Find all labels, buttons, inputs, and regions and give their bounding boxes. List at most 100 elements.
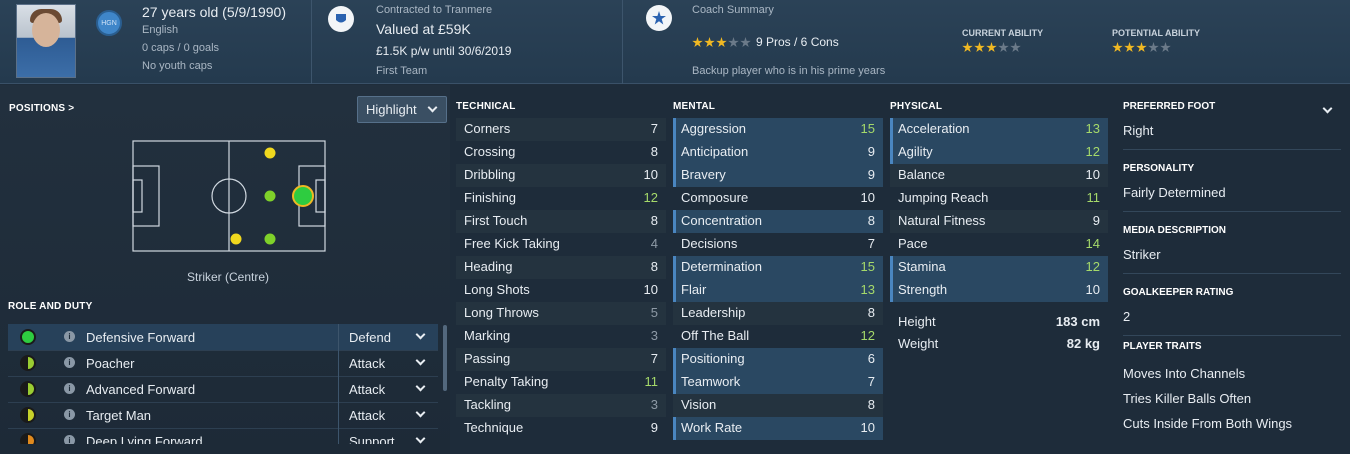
attribute-name: Marking [464,328,511,343]
attribute-row[interactable]: Marking 3 [456,325,666,348]
attribute-row[interactable]: Dribbling 10 [456,164,666,187]
attribute-value: 7 [650,121,658,136]
club-badge-icon[interactable] [328,6,354,32]
attribute-row[interactable]: Vision 8 [673,394,883,417]
attribute-row[interactable]: Pace 14 [890,233,1108,256]
info-icon[interactable]: i [64,383,75,394]
star-icon [1112,42,1123,53]
player-trait[interactable]: Moves Into Channels [1123,366,1245,381]
chevron-down-icon[interactable] [1322,103,1333,114]
attribute-name: Pace [898,236,928,251]
squad-status[interactable]: First Team [376,65,427,77]
position-dot-amc[interactable] [264,190,276,202]
player-nationality[interactable]: English [142,24,178,36]
attribute-row[interactable]: Leadership 8 [673,302,883,325]
position-dot-amr[interactable] [264,147,276,159]
info-icon[interactable]: i [64,357,75,368]
player-trait[interactable]: Tries Killer Balls Often [1123,391,1251,406]
attribute-row[interactable]: Jumping Reach 11 [890,187,1108,210]
attribute-row[interactable]: Tackling 3 [456,394,666,417]
position-dot-aml[interactable] [264,233,276,245]
current-ability-stars [962,42,1021,53]
attribute-row[interactable]: Long Shots 10 [456,279,666,302]
attribute-name: Tackling [464,397,511,412]
star-icon [728,37,739,48]
position-dot-st[interactable] [292,185,314,207]
nation-flag-icon[interactable]: HGN [96,10,122,36]
info-icon[interactable]: i [64,331,75,342]
attribute-row[interactable]: Anticipation 9 [673,141,883,164]
mental-attributes: Aggression 15 Anticipation 9 Bravery 9 Composu… [673,118,883,440]
attribute-row[interactable]: Positioning 6 [673,348,883,371]
player-photo[interactable] [16,4,76,78]
attribute-value: 10 [860,190,875,205]
attribute-value: 13 [1085,121,1100,136]
attribute-row[interactable]: Stamina 12 [890,256,1108,279]
attribute-row[interactable]: Flair 13 [673,279,883,302]
player-trait[interactable]: Cuts Inside From Both Wings [1123,416,1292,431]
attribute-row[interactable]: Decisions 7 [673,233,883,256]
info-icon[interactable]: i [64,435,75,444]
attribute-row[interactable]: Balance 10 [890,164,1108,187]
role-suitability-icon [20,381,36,397]
attribute-row[interactable]: Teamwork 7 [673,371,883,394]
attribute-row[interactable]: Long Throws 5 [456,302,666,325]
attribute-row[interactable]: Penalty Taking 11 [456,371,666,394]
role-row[interactable]: i Deep Lying Forward Support [8,428,438,444]
role-row[interactable]: i Poacher Attack [8,350,438,376]
role-row[interactable]: i Advanced Forward Attack [8,376,438,402]
role-scrollbar[interactable] [443,325,447,391]
role-row[interactable]: i Target Man Attack [8,402,438,428]
chevron-down-icon [427,102,438,113]
attribute-row[interactable]: Off The Ball 12 [673,325,883,348]
attribute-row[interactable]: Concentration 8 [673,210,883,233]
star-icon [986,42,997,53]
attribute-name: First Touch [464,213,528,228]
attribute-value: 10 [1085,282,1100,297]
attribute-name: Free Kick Taking [464,236,560,251]
attribute-row[interactable]: Passing 7 [456,348,666,371]
attribute-row[interactable]: Composure 10 [673,187,883,210]
duty-dropdown[interactable]: Attack [338,376,438,402]
attribute-row[interactable]: Finishing 12 [456,187,666,210]
attribute-row[interactable]: Aggression 15 [673,118,883,141]
chevron-down-icon [415,433,426,444]
attribute-row[interactable]: Technique 9 [456,417,666,440]
weight-label: Weight [898,336,939,351]
player-caps: 0 caps / 0 goals [142,42,220,54]
duty-dropdown[interactable]: Attack [338,350,438,376]
attribute-row[interactable]: Strength 10 [890,279,1108,302]
positions-title[interactable]: POSITIONS > [9,103,74,114]
duty-dropdown[interactable]: Attack [338,402,438,428]
attribute-row[interactable]: Free Kick Taking 4 [456,233,666,256]
attribute-name: Agility [898,144,933,159]
attribute-row[interactable]: Bravery 9 [673,164,883,187]
attribute-row[interactable]: Crossing 8 [456,141,666,164]
attribute-name: Determination [681,259,762,274]
attribute-value: 3 [650,397,658,412]
attribute-row[interactable]: Corners 7 [456,118,666,141]
attribute-row[interactable]: Heading 8 [456,256,666,279]
star-icon [998,42,1009,53]
attribute-name: Work Rate [681,420,743,435]
attribute-row[interactable]: Work Rate 10 [673,417,883,440]
role-row[interactable]: i Defensive Forward Defend [8,324,438,350]
attribute-value: 9 [1092,213,1100,228]
info-icon[interactable]: i [64,409,75,420]
duty-dropdown[interactable]: Defend [338,324,438,350]
position-name: Striker (Centre) [187,270,270,284]
attribute-row[interactable]: Agility 12 [890,141,1108,164]
attribute-row[interactable]: Acceleration 13 [890,118,1108,141]
pros-cons[interactable]: 9 Pros / 6 Cons [756,35,839,49]
highlight-dropdown[interactable]: Highlight [357,96,447,123]
attribute-name: Stamina [898,259,946,274]
attribute-value: 3 [650,328,658,343]
contract-club[interactable]: Contracted to Tranmere [376,4,492,16]
attribute-name: Decisions [681,236,738,251]
attribute-row[interactable]: First Touch 8 [456,210,666,233]
attribute-row[interactable]: Natural Fitness 9 [890,210,1108,233]
duty-dropdown[interactable]: Support [338,428,438,444]
position-dot-ml[interactable] [230,233,242,245]
attribute-row[interactable]: Determination 15 [673,256,883,279]
role-name: Advanced Forward [86,382,196,397]
